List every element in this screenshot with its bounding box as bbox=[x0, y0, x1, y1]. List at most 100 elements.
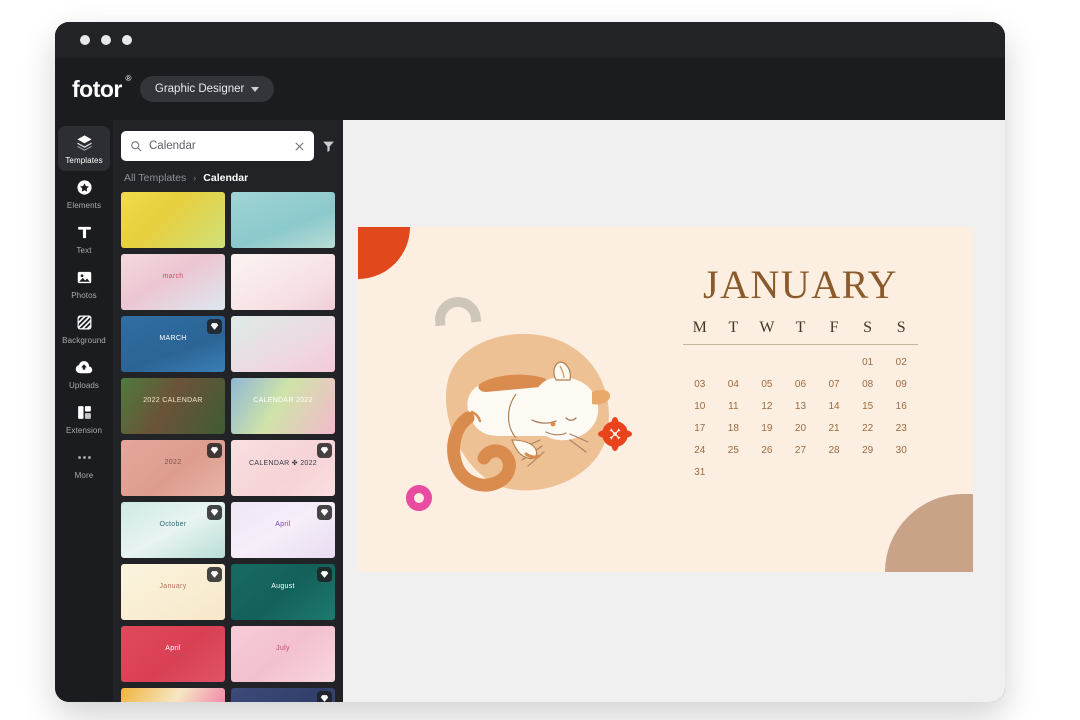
calendar-day: 02 bbox=[895, 357, 907, 368]
premium-badge bbox=[207, 567, 222, 582]
template-thumbnail[interactable]: FEBRUARY bbox=[231, 688, 335, 702]
filter-funnel-icon[interactable] bbox=[322, 140, 335, 153]
sidebar-item-templates[interactable]: Templates bbox=[58, 126, 110, 171]
template-grid: march MARCH 2022 CALENDAR CALENDAR 2022 2022… bbox=[121, 192, 343, 702]
premium-badge bbox=[207, 319, 222, 334]
template-thumbnail[interactable]: May bbox=[121, 688, 225, 702]
calendar-day: 28 bbox=[828, 445, 840, 456]
template-thumbnail-caption: August bbox=[271, 583, 295, 590]
calendar-day-blank bbox=[784, 357, 818, 368]
sidebar-item-label: Templates bbox=[65, 156, 103, 165]
editor-canvas[interactable]: JANUARY M T W T F S S 01 02 03 04 05 06 07 08 09 10 11 12… bbox=[343, 120, 1005, 702]
app-window: fotor ® Graphic Designer Templates Element… bbox=[55, 22, 1005, 702]
mode-selector[interactable]: Graphic Designer bbox=[139, 76, 275, 102]
template-thumbnail[interactable]: CALENDAR ✤ 2022 bbox=[231, 440, 335, 496]
template-thumbnail[interactable]: April bbox=[231, 502, 335, 558]
sleeping-cat-illustration bbox=[420, 322, 630, 507]
sidebar-item-elements[interactable]: Elements bbox=[58, 171, 110, 216]
text-t-icon bbox=[76, 223, 93, 242]
calendar-day: 23 bbox=[895, 423, 907, 434]
calendar-day-blank bbox=[750, 357, 784, 368]
calendar-weekday: M bbox=[692, 319, 707, 336]
calendar-day: 22 bbox=[862, 423, 874, 434]
template-thumbnail[interactable]: January bbox=[121, 564, 225, 620]
image-icon bbox=[76, 268, 93, 287]
template-thumbnail[interactable] bbox=[231, 254, 335, 310]
template-thumbnail[interactable]: MARCH bbox=[121, 316, 225, 372]
template-thumbnail[interactable] bbox=[231, 316, 335, 372]
window-dot-close[interactable] bbox=[122, 35, 132, 45]
template-thumbnail[interactable]: April bbox=[121, 626, 225, 682]
calendar-day: 19 bbox=[761, 423, 773, 434]
sidebar-item-uploads[interactable]: Uploads bbox=[58, 351, 110, 396]
template-thumbnail-caption: 2022 CALENDAR bbox=[143, 397, 203, 404]
sidebar-item-text[interactable]: Text bbox=[58, 216, 110, 261]
calendar-day: 07 bbox=[828, 379, 840, 390]
sidebar-item-background[interactable]: Background bbox=[58, 306, 110, 351]
calendar-weekday: S bbox=[863, 319, 873, 336]
template-thumbnail-caption: April bbox=[275, 521, 291, 528]
shapes-icon bbox=[76, 178, 93, 197]
calendar-day: 04 bbox=[727, 379, 739, 390]
search-value: Calendar bbox=[149, 140, 196, 152]
premium-badge bbox=[317, 443, 332, 458]
calendar-day: 30 bbox=[895, 445, 907, 456]
pattern-icon bbox=[76, 313, 93, 332]
sidebar-item-label: Background bbox=[62, 336, 106, 345]
close-icon[interactable] bbox=[294, 141, 305, 152]
left-rail: Templates Elements Text Photos Background Upl… bbox=[55, 120, 113, 702]
sidebar-item-label: Text bbox=[76, 246, 92, 255]
calendar-day: 13 bbox=[794, 401, 807, 412]
template-thumbnail[interactable] bbox=[121, 192, 225, 248]
template-thumbnail[interactable]: march bbox=[121, 254, 225, 310]
premium-badge bbox=[207, 443, 222, 458]
red-flower-shape bbox=[598, 417, 632, 451]
tan-corner-curve-shape bbox=[885, 494, 973, 572]
template-thumbnail-caption: July bbox=[276, 645, 290, 652]
template-thumbnail-caption: CALENDAR ✤ 2022 bbox=[249, 460, 317, 467]
app-header: fotor ® Graphic Designer bbox=[55, 58, 1005, 120]
sidebar-item-label: Extension bbox=[65, 426, 103, 435]
calendar-month-title: JANUARY bbox=[703, 262, 898, 307]
diamond-icon bbox=[320, 447, 329, 454]
calendar-day: 01 bbox=[862, 357, 874, 368]
window-dot-minimize[interactable] bbox=[80, 35, 90, 45]
template-thumbnail[interactable]: October bbox=[121, 502, 225, 558]
logo-text: fotor bbox=[72, 75, 122, 102]
breadcrumb-root[interactable]: All Templates bbox=[124, 172, 186, 184]
template-thumbnail-caption: MARCH bbox=[159, 335, 187, 342]
diamond-icon bbox=[320, 571, 329, 578]
cat-svg bbox=[445, 333, 610, 492]
calendar-weekday: F bbox=[829, 319, 839, 336]
sidebar-item-more[interactable]: More bbox=[58, 441, 110, 486]
calendar-day: 20 bbox=[794, 423, 807, 434]
sidebar-item-photos[interactable]: Photos bbox=[58, 261, 110, 306]
templates-panel: Calendar All Templates › Calendar march M… bbox=[113, 120, 343, 702]
template-thumbnail[interactable]: 2022 CALENDAR bbox=[121, 378, 225, 434]
calendar-day-blank bbox=[683, 357, 717, 368]
template-thumbnail-caption: CALENDAR 2022 bbox=[253, 397, 313, 404]
calendar-day: 12 bbox=[761, 401, 773, 412]
template-thumbnail[interactable]: 2022 bbox=[121, 440, 225, 496]
calendar-day: 10 bbox=[694, 401, 706, 412]
design-artboard[interactable]: JANUARY M T W T F S S 01 02 03 04 05 06 07 08 09 10 11 12… bbox=[358, 227, 973, 572]
template-thumbnail[interactable]: July bbox=[231, 626, 335, 682]
calendar-day: 08 bbox=[862, 379, 874, 390]
premium-badge bbox=[317, 567, 332, 582]
fotor-logo[interactable]: fotor ® bbox=[72, 74, 131, 102]
diamond-icon bbox=[210, 509, 219, 516]
calendar-day: 03 bbox=[694, 379, 706, 390]
chevron-down-icon bbox=[251, 86, 260, 92]
ellipsis-icon bbox=[76, 448, 93, 467]
search-input[interactable]: Calendar bbox=[121, 131, 314, 161]
diamond-icon bbox=[320, 695, 329, 702]
search-row: Calendar bbox=[121, 131, 343, 161]
window-dot-maximize[interactable] bbox=[101, 35, 111, 45]
template-thumbnail[interactable]: August bbox=[231, 564, 335, 620]
calendar-day-blank bbox=[717, 357, 751, 368]
template-thumbnail-caption: October bbox=[159, 521, 187, 528]
sidebar-item-extension[interactable]: Extension bbox=[58, 396, 110, 441]
template-thumbnail[interactable]: CALENDAR 2022 bbox=[231, 378, 335, 434]
template-thumbnail[interactable] bbox=[231, 192, 335, 248]
calendar-day: 21 bbox=[828, 423, 840, 434]
